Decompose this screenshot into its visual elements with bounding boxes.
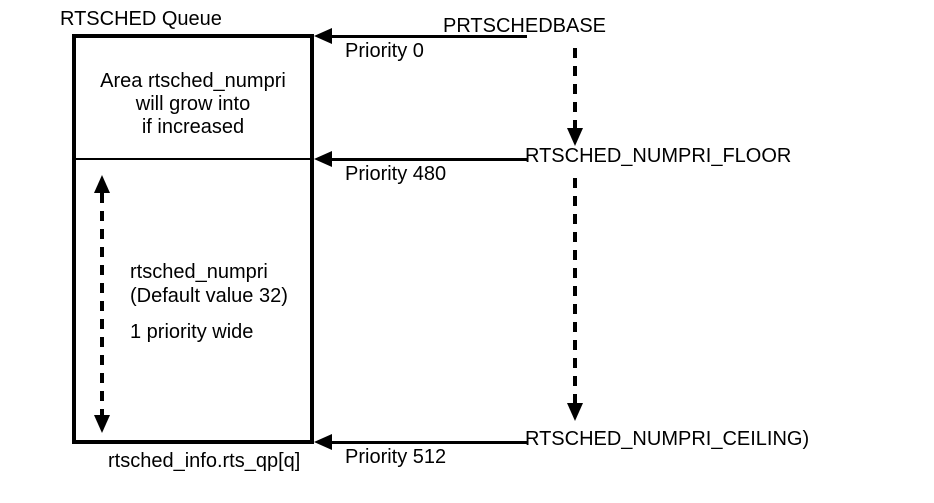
box-right-border: [310, 34, 314, 444]
prtschedbase-label: PRTSCHEDBASE: [443, 15, 606, 38]
priority-512-label: Priority 512: [345, 446, 446, 469]
inner-arrow-up-icon: [94, 175, 110, 193]
box-bottom-border: [72, 440, 314, 444]
upper-box-line2: will grow into: [80, 93, 306, 116]
arrow-line-p512: [332, 441, 527, 444]
lower-box-line2: (Default value 32): [130, 284, 288, 308]
right-dash-upper: [573, 48, 577, 128]
priority-0-label: Priority 0: [345, 40, 424, 63]
arrow-left-icon-p0: [314, 28, 332, 44]
right-arrow-down-upper-icon: [567, 128, 583, 146]
arrow-left-icon-p512: [314, 434, 332, 450]
inner-arrow-down-icon: [94, 415, 110, 433]
lower-box-line3: 1 priority wide: [130, 320, 288, 344]
arrow-line-p480: [332, 158, 527, 161]
box-divider: [74, 158, 312, 160]
upper-box-line1: Area rtsched_numpri: [80, 70, 306, 93]
lower-box-line1: rtsched_numpri: [130, 260, 288, 284]
upper-box-line3: if increased: [80, 116, 306, 139]
diagram-canvas: RTSCHED Queue Area rtsched_numpri will g…: [0, 0, 934, 503]
inner-dashed-line: [100, 193, 104, 415]
priority-480-label: Priority 480: [345, 163, 446, 186]
upper-box-text: Area rtsched_numpri will grow into if in…: [80, 70, 306, 139]
right-dash-lower: [573, 178, 577, 403]
lower-box-text: rtsched_numpri (Default value 32) 1 prio…: [130, 260, 288, 344]
arrow-left-icon-p480: [314, 151, 332, 167]
box-left-border: [72, 34, 76, 444]
right-arrow-down-lower-icon: [567, 403, 583, 421]
diagram-title: RTSCHED Queue: [60, 8, 222, 31]
box-top-border: [72, 34, 314, 38]
numpri-floor-label: RTSCHED_NUMPRI_FLOOR: [525, 145, 791, 168]
numpri-ceiling-label: RTSCHED_NUMPRI_CEILING): [525, 428, 809, 451]
bottom-label: rtsched_info.rts_qp[q]: [108, 450, 300, 473]
